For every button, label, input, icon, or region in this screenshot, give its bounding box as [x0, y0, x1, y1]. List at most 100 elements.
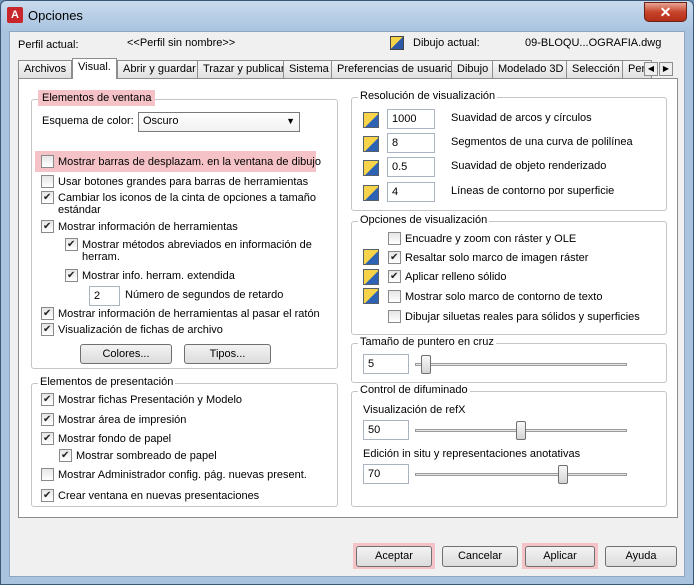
dialog-body: Perfil actual: <<Perfil sin nombre>> Dib…	[9, 31, 685, 577]
inplace-edit-slider[interactable]	[558, 465, 569, 484]
checkbox-solid-fill[interactable]: Aplicar relleno sólido	[388, 270, 507, 283]
checkbox-label: Encuadre y zoom con ráster y OLE	[405, 233, 577, 245]
checkbox-box[interactable]	[41, 413, 54, 426]
checkbox-box[interactable]	[65, 269, 78, 282]
checkbox-label-line2: estándar	[58, 204, 101, 216]
checkbox-box[interactable]	[65, 238, 78, 251]
contour-lines-label: Líneas de contorno por superficie	[451, 185, 615, 197]
checkbox-box[interactable]	[41, 393, 54, 406]
checkbox-label: Mostrar información de herramientas	[58, 221, 238, 233]
tooltip-delay-label: Número de segundos de retardo	[125, 289, 284, 301]
tab-strip: Archivos Visual. Abrir y guardar Trazar …	[18, 58, 678, 79]
checkbox-rollover-tooltips[interactable]: Mostrar información de herramientas al p…	[41, 307, 320, 320]
checkbox-extended-tooltips[interactable]: Mostrar info. herram. extendida	[65, 269, 235, 282]
checkbox-true-silhouettes[interactable]: Dibujar siluetas reales para sólidos y s…	[388, 310, 640, 323]
checkbox-box[interactable]	[59, 449, 72, 462]
xref-display-input[interactable]: 50	[363, 420, 409, 440]
tab-modelado-3d[interactable]: Modelado 3D	[492, 60, 570, 78]
checkbox-box[interactable]	[41, 432, 54, 445]
current-profile-value: <<Perfil sin nombre>>	[127, 37, 236, 49]
window-title: Opciones	[28, 8, 83, 23]
checkbox-create-viewport[interactable]: Crear ventana en nuevas presentaciones	[41, 489, 259, 502]
close-button[interactable]: ✕	[644, 2, 687, 22]
tab-trazar-publicar[interactable]: Trazar y publicar	[197, 60, 291, 78]
checkbox-box[interactable]	[41, 307, 54, 320]
checkbox-page-setup-manager[interactable]: Mostrar Administrador config. pág. nueva…	[41, 468, 307, 481]
checkbox-label: Usar botones grandes para barras de herr…	[58, 176, 309, 188]
crosshair-size-input[interactable]: 5	[363, 354, 409, 374]
checkbox-label: Mostrar barras de desplazam. en la venta…	[58, 156, 321, 168]
checkbox-box[interactable]	[41, 323, 54, 336]
drawing-setting-icon	[363, 288, 379, 304]
rendered-smoothness-input[interactable]: 0.5	[387, 157, 435, 177]
checkbox-box[interactable]	[388, 270, 401, 283]
tab-seleccion[interactable]: Selección	[566, 60, 626, 78]
fade-control-title: Control de difuminado	[358, 384, 470, 396]
tab-sistema[interactable]: Sistema	[283, 60, 335, 78]
window-elements-group: Elementos de ventana Esquema de color: O…	[31, 90, 338, 369]
checkbox-box[interactable]	[41, 155, 54, 168]
apply-button[interactable]: Aplicar	[525, 546, 595, 567]
drawing-icon	[390, 36, 404, 50]
checkbox-box[interactable]	[41, 489, 54, 502]
current-drawing-value: 09-BLOQU...OGRAFIA.dwg	[525, 37, 662, 49]
checkbox-box[interactable]	[388, 310, 401, 323]
checkbox-box[interactable]	[388, 232, 401, 245]
checkbox-scrollbars[interactable]: Mostrar barras de desplazam. en la venta…	[35, 151, 321, 172]
tab-visual[interactable]: Visual.	[72, 58, 117, 79]
display-resolution-group: Resolución de visualización 1000 Suavida…	[351, 90, 667, 211]
tooltip-delay-input[interactable]: 2	[89, 286, 120, 306]
checkbox-label: Resaltar solo marco de imagen ráster	[405, 252, 589, 264]
checkbox-tooltips[interactable]: Mostrar información de herramientas	[41, 220, 238, 233]
checkbox-box[interactable]	[41, 175, 54, 188]
drawing-setting-icon	[363, 112, 379, 128]
checkbox-text-frame[interactable]: Mostrar solo marco de contorno de texto	[388, 290, 602, 303]
fonts-button[interactable]: Tipos...	[184, 344, 271, 364]
tab-scroll-left-icon[interactable]: ◀	[644, 62, 658, 76]
color-scheme-label: Esquema de color:	[42, 115, 134, 127]
chevron-down-icon: ▼	[286, 116, 295, 126]
checkbox-box[interactable]	[41, 220, 54, 233]
checkbox-box[interactable]	[41, 191, 54, 204]
color-scheme-value: Oscuro	[143, 115, 179, 127]
checkbox-printable-area[interactable]: Mostrar área de impresión	[41, 413, 186, 426]
checkbox-paper-shadow[interactable]: Mostrar sombreado de papel	[59, 449, 217, 462]
help-button[interactable]: Ayuda	[605, 546, 677, 567]
checkbox-label-line2: herram.	[82, 251, 120, 263]
tab-scroll-right-icon[interactable]: ▶	[659, 62, 673, 76]
checkbox-label: Mostrar fichas Presentación y Modelo	[58, 394, 243, 406]
checkbox-pan-zoom-raster[interactable]: Encuadre y zoom con ráster y OLE	[388, 232, 576, 245]
xref-display-slider[interactable]	[516, 421, 526, 440]
checkbox-large-buttons[interactable]: Usar botones grandes para barras de herr…	[41, 175, 308, 188]
checkbox-layout-model-tabs[interactable]: Mostrar fichas Presentación y Modelo	[41, 393, 242, 406]
tab-dibujo[interactable]: Dibujo	[451, 60, 495, 78]
arc-smoothness-input[interactable]: 1000	[387, 109, 435, 129]
checkbox-label: Mostrar fondo de papel	[58, 433, 172, 445]
checkbox-shortcut-keys[interactable]: Mostrar métodos abreviados en informació…	[65, 238, 312, 251]
checkbox-box[interactable]	[388, 290, 401, 303]
contour-lines-input[interactable]: 4	[387, 182, 435, 202]
checkbox-box[interactable]	[41, 468, 54, 481]
tab-abrir-guardar[interactable]: Abrir y guardar	[117, 60, 202, 78]
tab-archivos[interactable]: Archivos	[18, 60, 73, 78]
color-scheme-select[interactable]: Oscuro ▼	[138, 112, 300, 132]
rendered-smoothness-label: Suavidad de objeto renderizado	[451, 160, 607, 172]
checkbox-raster-frame[interactable]: Resaltar solo marco de imagen ráster	[388, 251, 588, 264]
colors-button[interactable]: Colores...	[80, 344, 172, 364]
layout-elements-title: Elementos de presentación	[38, 376, 176, 388]
checkbox-file-tabs[interactable]: Visualización de fichas de archivo	[41, 323, 223, 336]
crosshair-size-track	[415, 363, 627, 366]
crosshair-size-group: Tamaño de puntero en cruz 5	[351, 336, 667, 383]
checkbox-label: Mostrar métodos abreviados en informació…	[82, 239, 312, 251]
cancel-button[interactable]: Cancelar	[442, 546, 518, 567]
accept-button[interactable]: Aceptar	[356, 546, 432, 567]
drawing-setting-icon	[363, 185, 379, 201]
polyline-segments-input[interactable]: 8	[387, 133, 435, 153]
checkbox-label: Mostrar info. herram. extendida	[82, 270, 235, 282]
checkbox-paper-background[interactable]: Mostrar fondo de papel	[41, 432, 171, 445]
checkbox-ribbon-icons[interactable]: Cambiar los iconos de la cinta de opcion…	[41, 191, 316, 204]
tab-preferencias-usuario[interactable]: Preferencias de usuario	[331, 60, 460, 78]
inplace-edit-input[interactable]: 70	[363, 464, 409, 484]
checkbox-box[interactable]	[388, 251, 401, 264]
crosshair-size-slider[interactable]	[420, 355, 431, 374]
